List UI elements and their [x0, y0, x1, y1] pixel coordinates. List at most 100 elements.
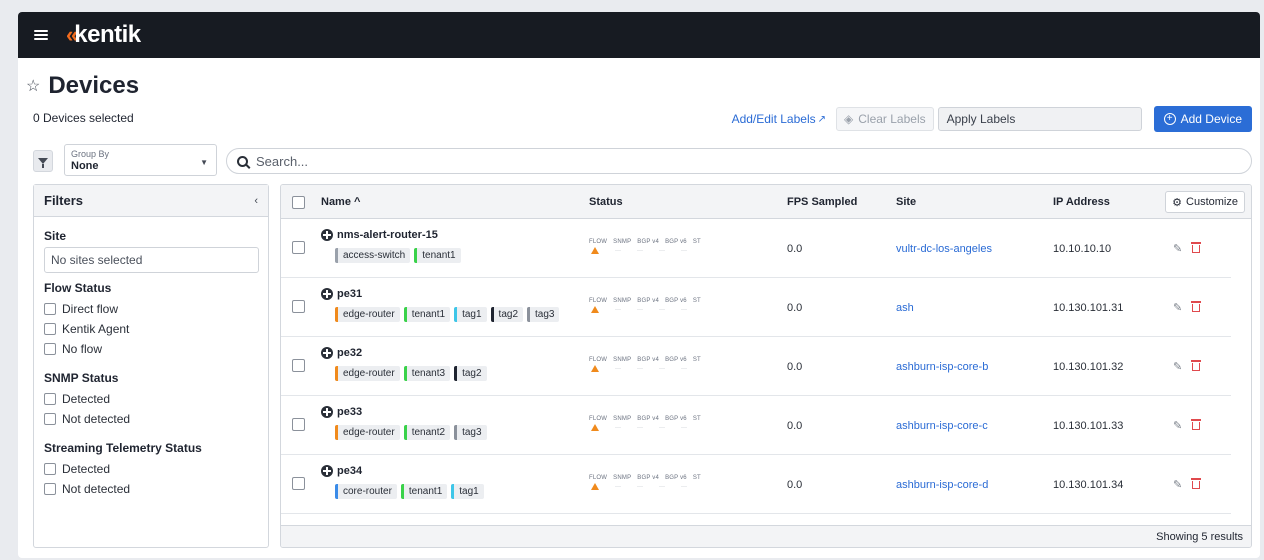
checkbox[interactable] [44, 343, 56, 355]
edit-icon[interactable]: ✎ [1173, 242, 1182, 255]
apply-labels-select[interactable]: Apply Labels [937, 107, 1142, 131]
snmp-status-option[interactable]: Not detected [44, 409, 258, 429]
row-checkbox[interactable] [292, 418, 305, 431]
select-all-checkbox[interactable] [292, 196, 305, 209]
table-row[interactable]: pe31 edge-router tenant1 tag1 tag2 tag3 FLOW… [281, 278, 1231, 337]
status-head: SNMP [613, 475, 632, 481]
search-input[interactable] [256, 153, 1216, 169]
checkbox[interactable] [44, 323, 56, 335]
device-label-tag[interactable]: edge-router [335, 425, 400, 440]
column-header-fps[interactable]: FPS Sampled [787, 196, 857, 208]
table-row[interactable]: nms-alert-router-15 access-switch tenant1… [281, 219, 1231, 278]
device-label-tag[interactable]: tenant1 [403, 307, 451, 322]
status-values: ··· ··· ··· ··· [589, 483, 707, 490]
trash-icon[interactable] [1191, 242, 1201, 253]
site-link[interactable]: ashburn-isp-core-c [896, 420, 988, 432]
edit-icon[interactable]: ✎ [1173, 419, 1182, 432]
filter-toggle-button[interactable] [33, 150, 53, 172]
column-header-site[interactable]: Site [896, 196, 916, 208]
device-label-tag[interactable]: tag1 [454, 307, 487, 322]
device-status: FLOW SNMP BGP v4 BGP v6 ST ··· ··· ··· ··· [589, 475, 707, 490]
device-label-tag[interactable]: tenant3 [403, 366, 451, 381]
column-header-ip[interactable]: IP Address [1053, 196, 1110, 208]
table-row[interactable]: pe32 edge-router tenant3 tag2 FLOW SNMP BGP … [281, 337, 1231, 396]
device-label-tag[interactable]: tag2 [490, 307, 524, 322]
status-head: FLOW [589, 416, 608, 422]
st-status-option[interactable]: Detected [44, 459, 258, 479]
device-label-tag[interactable]: tenant1 [414, 248, 461, 263]
checkbox[interactable] [44, 463, 56, 475]
device-labels: core-router tenant1 tag1 [335, 484, 488, 499]
site-link[interactable]: ashburn-isp-core-d [896, 479, 988, 491]
device-label-tag[interactable]: tenant2 [403, 425, 451, 440]
trash-lid [1191, 242, 1201, 244]
kentik-logo[interactable]: « kentik [66, 21, 141, 49]
favorite-star-icon[interactable]: ☆ [26, 76, 40, 96]
column-header-status[interactable]: Status [589, 196, 623, 208]
label-color-swatch [403, 425, 407, 440]
device-name[interactable]: pe32 [321, 347, 362, 359]
edit-icon[interactable]: ✎ [1173, 301, 1182, 314]
option-label: Kentik Agent [62, 322, 130, 336]
device-name[interactable]: pe31 [321, 288, 362, 300]
device-label-tag[interactable]: tenant1 [400, 484, 448, 499]
flow-warning-icon [591, 365, 599, 372]
edit-icon[interactable]: ✎ [1173, 478, 1182, 491]
device-label-tag[interactable]: tag1 [451, 484, 484, 499]
row-checkbox[interactable] [292, 477, 305, 490]
flow-status-title: Flow Status [44, 281, 112, 295]
row-checkbox[interactable] [292, 241, 305, 254]
site-link[interactable]: ashburn-isp-core-b [896, 361, 988, 373]
trash-icon[interactable] [1191, 478, 1201, 489]
device-name[interactable]: nms-alert-router-15 [321, 229, 438, 241]
clear-labels-button[interactable]: ◈ Clear Labels [836, 107, 934, 131]
option-label: Not detected [62, 482, 131, 496]
filters-header: Filters ‹ [34, 185, 268, 217]
device-name[interactable]: pe33 [321, 406, 362, 418]
label-color-swatch [490, 307, 494, 322]
device-label-tag[interactable]: access-switch [335, 248, 411, 263]
add-edit-labels-link[interactable]: Add/Edit Labels ↗ [732, 112, 826, 126]
group-by-select[interactable]: Group By None ▼ [64, 144, 217, 176]
checkbox[interactable] [44, 393, 56, 405]
edit-icon[interactable]: ✎ [1173, 360, 1182, 373]
router-icon [321, 347, 333, 359]
flow-status-option[interactable]: Kentik Agent [44, 319, 258, 339]
table-row[interactable]: pe33 edge-router tenant2 tag3 FLOW SNMP BGP … [281, 396, 1231, 455]
device-status: FLOW SNMP BGP v4 BGP v6 ST ··· ··· ··· ··· [589, 239, 707, 254]
trash-lid [1191, 301, 1201, 303]
flow-status-option[interactable]: Direct flow [44, 299, 258, 319]
device-status: FLOW SNMP BGP v4 BGP v6 ST ··· ··· ··· ··· [589, 416, 707, 431]
checkbox[interactable] [44, 413, 56, 425]
site-link[interactable]: ash [896, 302, 914, 314]
label-text: tag3 [462, 427, 482, 438]
device-label-tag[interactable]: core-router [335, 484, 397, 499]
device-label-tag[interactable]: tag3 [454, 425, 487, 440]
site-filter-select[interactable]: No sites selected [44, 247, 259, 273]
trash-icon[interactable] [1191, 360, 1201, 371]
site-link[interactable]: vultr-dc-los-angeles [896, 243, 992, 255]
row-checkbox[interactable] [292, 300, 305, 313]
checkbox[interactable] [44, 483, 56, 495]
row-checkbox[interactable] [292, 359, 305, 372]
device-label-tag[interactable]: edge-router [335, 307, 400, 322]
st-status-option[interactable]: Not detected [44, 479, 258, 499]
flow-status-option[interactable]: No flow [44, 339, 258, 359]
device-label-tag[interactable]: tag2 [454, 366, 487, 381]
hamburger-menu-icon[interactable] [34, 30, 48, 40]
snmp-status-title: SNMP Status [44, 371, 119, 385]
trash-icon[interactable] [1191, 419, 1201, 430]
collapse-chevron-left-icon[interactable]: ‹ [254, 195, 258, 207]
checkbox[interactable] [44, 303, 56, 315]
devices-table: Name ^ Status FPS Sampled Site IP Addres… [280, 184, 1252, 548]
status-head: ST [692, 298, 701, 304]
device-name[interactable]: pe34 [321, 465, 362, 477]
snmp-status-option[interactable]: Detected [44, 389, 258, 409]
table-row[interactable]: pe34 core-router tenant1 tag1 FLOW SNMP BGP … [281, 455, 1231, 514]
customize-button[interactable]: ⚙ Customize [1165, 191, 1245, 213]
column-header-name[interactable]: Name ^ [321, 196, 360, 208]
add-device-button[interactable]: + Add Device [1153, 106, 1252, 132]
trash-icon[interactable] [1191, 301, 1201, 312]
device-label-tag[interactable]: edge-router [335, 366, 400, 381]
device-label-tag[interactable]: tag3 [527, 307, 560, 322]
